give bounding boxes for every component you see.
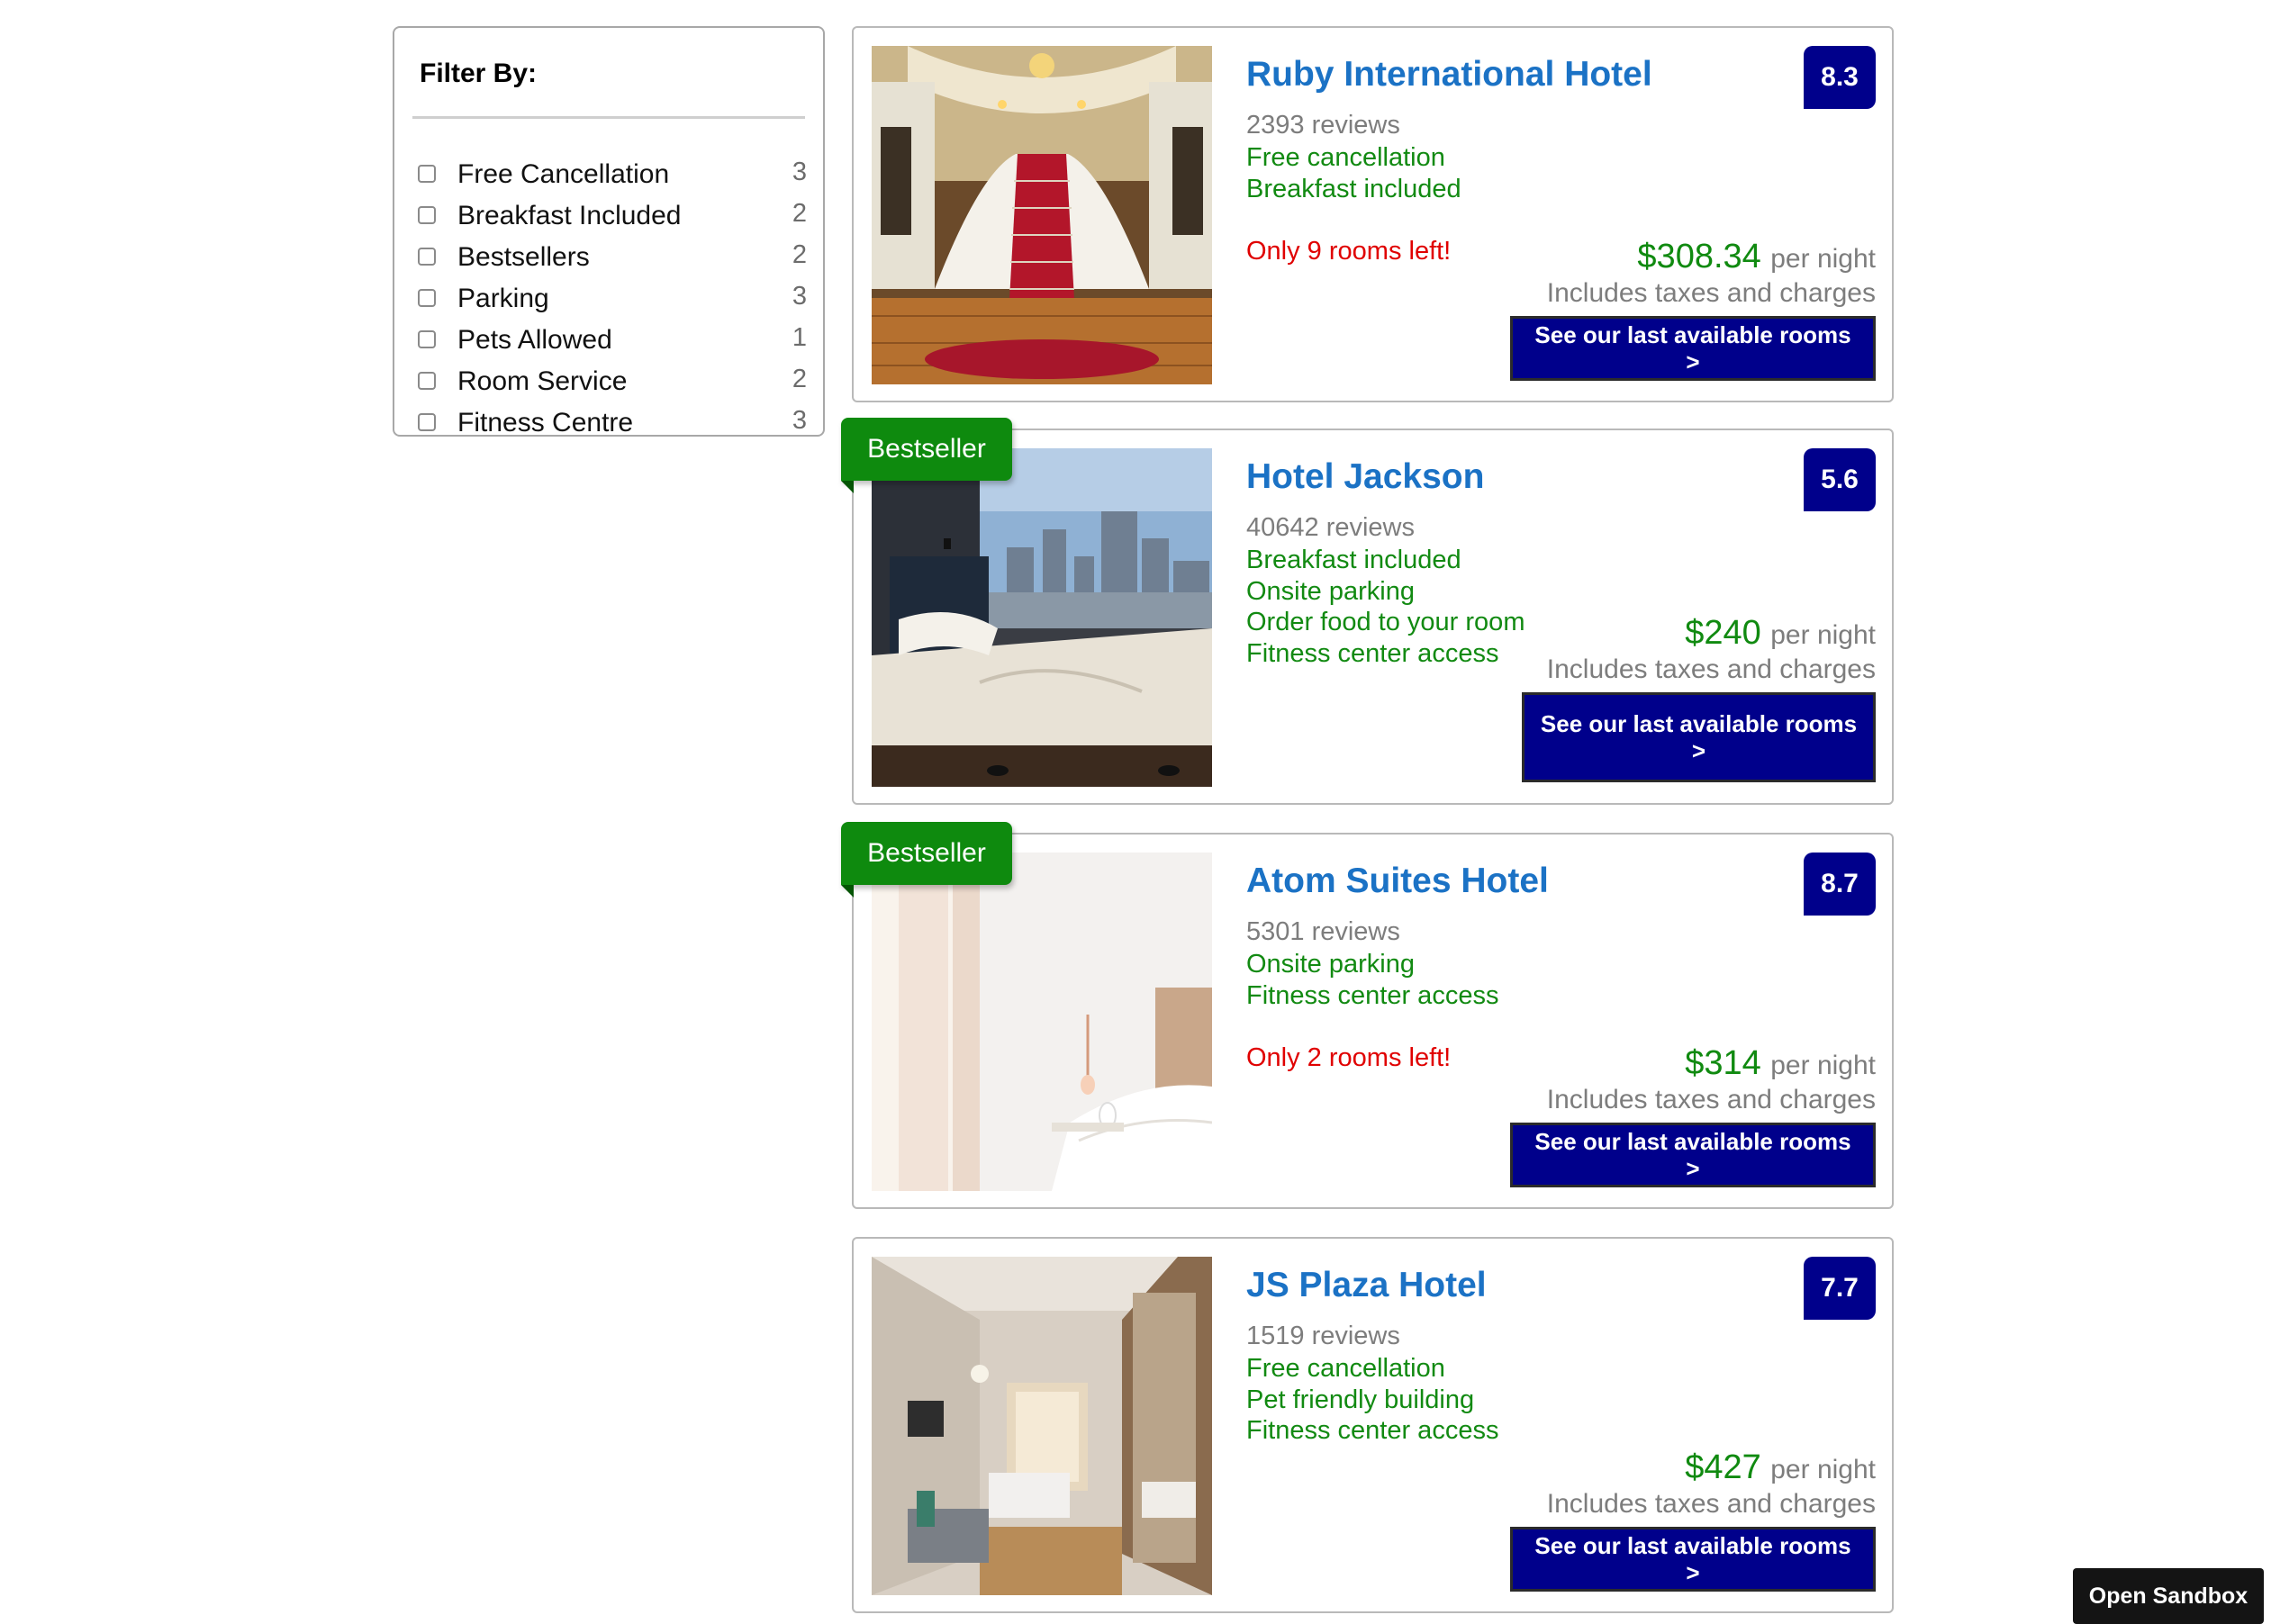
- hotel-card: Bestseller Hotel Jackson 5.6 40642 revie…: [841, 418, 1894, 805]
- checkbox[interactable]: [418, 330, 436, 348]
- bright-bedroom-photo: [872, 853, 1212, 1191]
- hotel-card: JS Plaza Hotel 7.7 1519 reviews Free can…: [852, 1237, 1894, 1613]
- bestseller-ribbon: Bestseller: [841, 822, 1012, 885]
- filter-option-pets-allowed[interactable]: Pets Allowed 1: [418, 321, 807, 363]
- feature-item: Free cancellation: [1246, 1354, 1445, 1383]
- price-block: $240 per night Includes taxes and charge…: [1547, 614, 1876, 685]
- per-night-label: per night: [1770, 1455, 1876, 1484]
- checkbox[interactable]: [418, 413, 436, 431]
- hotel-results-page: Filter By: Free Cancellation 3 Breakfast…: [0, 0, 2271, 1624]
- filter-count: 3: [792, 282, 807, 311]
- checkbox[interactable]: [418, 372, 436, 390]
- feature-item: Order food to your room: [1246, 608, 1525, 636]
- hotel-room-image: [872, 1257, 1212, 1595]
- hotel-name-link[interactable]: JS Plaza Hotel: [1246, 1266, 1487, 1305]
- filter-option-parking[interactable]: Parking 3: [418, 280, 807, 321]
- per-night-label: per night: [1770, 244, 1876, 274]
- hotel-room-photo: [872, 1257, 1212, 1595]
- ribbon-fold: [841, 481, 854, 493]
- feature-item: Breakfast included: [1246, 174, 1461, 203]
- price-block: $314 per night Includes taxes and charge…: [1547, 1044, 1876, 1115]
- filter-label[interactable]: Bestsellers: [457, 242, 590, 273]
- filter-label[interactable]: Room Service: [457, 366, 627, 397]
- feature-item: Free cancellation: [1246, 143, 1445, 172]
- filter-count: 3: [792, 158, 807, 186]
- city-view-bedroom-image: [872, 448, 1212, 787]
- checkbox[interactable]: [418, 248, 436, 266]
- score-badge: 8.7: [1804, 853, 1876, 916]
- price-amount: $240: [1685, 614, 1761, 652]
- open-sandbox-button[interactable]: Open Sandbox: [2073, 1568, 2264, 1624]
- taxes-note: Includes taxes and charges: [1546, 1085, 1876, 1114]
- hotel-name-link[interactable]: Atom Suites Hotel: [1246, 862, 1549, 901]
- feature-list: Free cancellation Pet friendly building …: [1246, 1353, 1525, 1447]
- score-badge: 5.6: [1804, 448, 1876, 511]
- feature-item: Fitness center access: [1246, 1416, 1499, 1445]
- feature-item: Fitness center access: [1246, 638, 1499, 668]
- grand-staircase-image: [872, 46, 1212, 384]
- price-amount: $314: [1685, 1044, 1761, 1082]
- filter-divider: [412, 116, 805, 119]
- see-available-rooms-button[interactable]: See our last available rooms >: [1510, 316, 1876, 381]
- grand-staircase-photo: [872, 46, 1212, 384]
- taxes-note: Includes taxes and charges: [1546, 654, 1876, 684]
- hotel-name-link[interactable]: Hotel Jackson: [1246, 457, 1484, 497]
- filter-option-breakfast-included[interactable]: Breakfast Included 2: [418, 197, 807, 239]
- price-block: $427 per night Includes taxes and charge…: [1547, 1448, 1876, 1520]
- filter-option-bestsellers[interactable]: Bestsellers 2: [418, 239, 807, 280]
- filter-label[interactable]: Parking: [457, 284, 549, 314]
- feature-list: Breakfast included Onsite parking Order …: [1246, 545, 1525, 669]
- hotel-card: Ruby International Hotel 8.3 2393 review…: [852, 26, 1894, 402]
- rooms-left-warning: Only 9 rooms left!: [1246, 237, 1452, 266]
- filter-count: 2: [792, 365, 807, 393]
- review-count: 40642 reviews: [1246, 513, 1415, 542]
- rooms-left-warning: Only 2 rooms left!: [1246, 1043, 1452, 1072]
- per-night-label: per night: [1770, 620, 1876, 650]
- per-night-label: per night: [1770, 1051, 1876, 1080]
- filter-label[interactable]: Breakfast Included: [457, 201, 681, 231]
- filter-label[interactable]: Pets Allowed: [457, 325, 612, 356]
- filter-label[interactable]: Free Cancellation: [457, 159, 669, 190]
- feature-item: Onsite parking: [1246, 950, 1415, 979]
- score-badge: 7.7: [1804, 1257, 1876, 1320]
- feature-list: Onsite parking Fitness center access: [1246, 949, 1525, 1011]
- taxes-note: Includes taxes and charges: [1546, 1489, 1876, 1519]
- hotel-card: Bestseller Atom Suites Hotel 8.7 5301 re…: [841, 822, 1894, 1209]
- filter-count: 2: [792, 199, 807, 228]
- filter-label[interactable]: Fitness Centre: [457, 408, 633, 438]
- city-view-bedroom-photo: [872, 448, 1212, 787]
- checkbox[interactable]: [418, 165, 436, 183]
- filter-panel: Filter By: Free Cancellation 3 Breakfast…: [393, 26, 825, 438]
- see-available-rooms-button[interactable]: See our last available rooms >: [1510, 1123, 1876, 1187]
- feature-item: Fitness center access: [1246, 980, 1499, 1010]
- review-count: 5301 reviews: [1246, 917, 1400, 946]
- filter-list: Free Cancellation 3 Breakfast Included 2…: [418, 156, 807, 446]
- filter-count: 1: [792, 323, 807, 352]
- taxes-note: Includes taxes and charges: [1546, 278, 1876, 308]
- filter-option-fitness-centre[interactable]: Fitness Centre 3: [418, 404, 807, 446]
- price-block: $308.34 per night Includes taxes and cha…: [1547, 238, 1876, 309]
- hotel-name-link[interactable]: Ruby International Hotel: [1246, 55, 1652, 95]
- filter-title: Filter By:: [420, 59, 538, 88]
- checkbox[interactable]: [418, 289, 436, 307]
- see-available-rooms-button[interactable]: See our last available rooms >: [1522, 692, 1876, 782]
- feature-item: Breakfast included: [1246, 546, 1461, 574]
- checkbox[interactable]: [418, 206, 436, 224]
- ribbon-fold: [841, 885, 854, 898]
- price-amount: $427: [1685, 1448, 1761, 1486]
- filter-option-free-cancellation[interactable]: Free Cancellation 3: [418, 156, 807, 197]
- score-badge: 8.3: [1804, 46, 1876, 109]
- bestseller-ribbon: Bestseller: [841, 418, 1012, 481]
- feature-item: Onsite parking: [1246, 576, 1415, 606]
- filter-option-room-service[interactable]: Room Service 2: [418, 363, 807, 404]
- filter-count: 2: [792, 240, 807, 269]
- price-amount: $308.34: [1637, 238, 1761, 275]
- bright-bedroom-image: [872, 853, 1212, 1191]
- feature-list: Free cancellation Breakfast included: [1246, 142, 1525, 204]
- review-count: 2393 reviews: [1246, 111, 1400, 140]
- filter-count: 3: [792, 406, 807, 435]
- review-count: 1519 reviews: [1246, 1322, 1400, 1350]
- see-available-rooms-button[interactable]: See our last available rooms >: [1510, 1527, 1876, 1592]
- feature-item: Pet friendly building: [1246, 1385, 1475, 1414]
